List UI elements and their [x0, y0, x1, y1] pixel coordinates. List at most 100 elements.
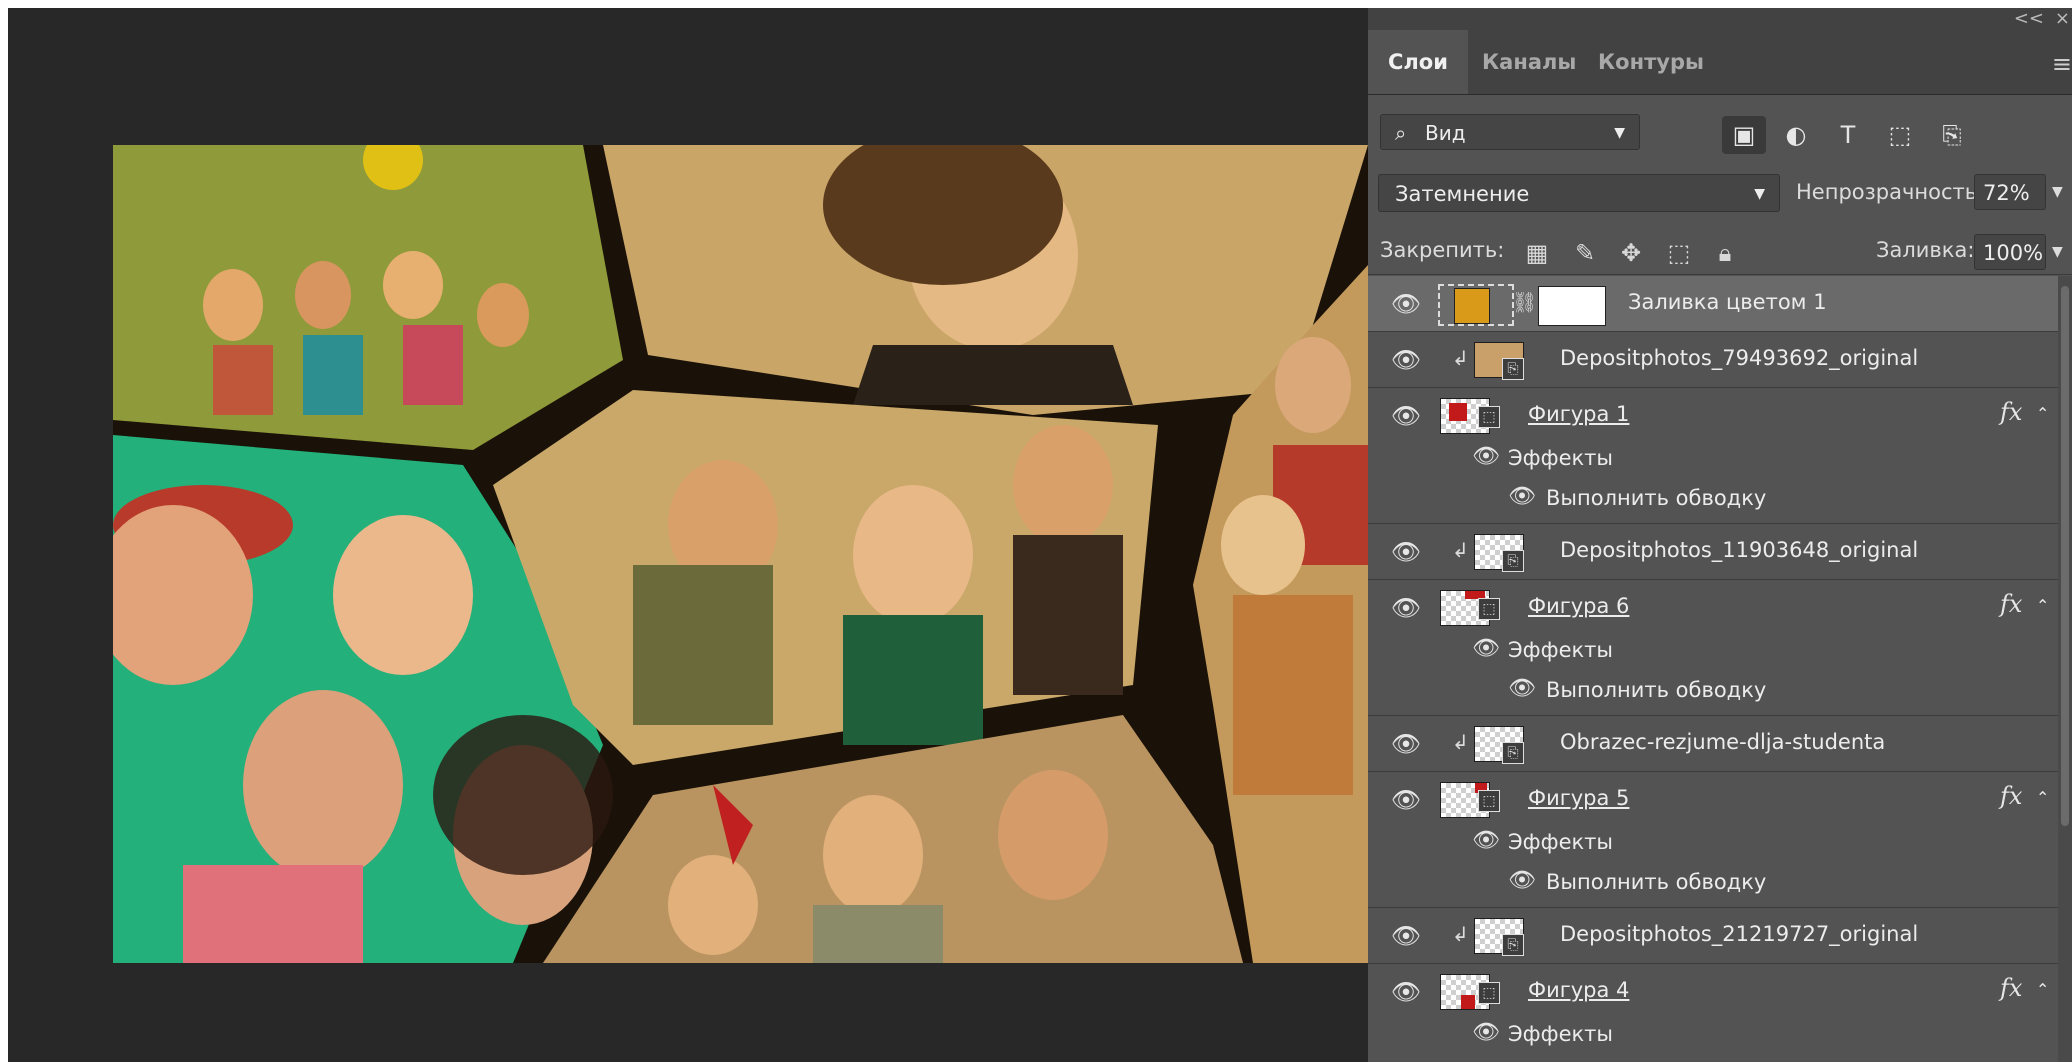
visibility-eye-icon[interactable]: 👁︎: [1386, 346, 1426, 374]
collapse-panels-button[interactable]: <<: [2014, 8, 2044, 29]
fx-icon[interactable]: fx: [2000, 398, 2022, 426]
opacity-chevron-icon[interactable]: ▼: [2052, 184, 2063, 200]
chevron-up-icon[interactable]: ⌃: [2036, 404, 2049, 423]
type-filter-icon[interactable]: T: [1826, 116, 1870, 154]
chevron-down-icon: ▼: [1754, 186, 1765, 202]
clipping-arrow-icon: ↲: [1452, 922, 1469, 946]
lock-artboard-icon[interactable]: ⬚: [1664, 238, 1694, 268]
image-filter-icon[interactable]: ▣: [1722, 116, 1766, 154]
layer-name[interactable]: Фигура 5: [1528, 786, 1629, 810]
hamburger-menu-icon[interactable]: ≡: [2052, 50, 2072, 78]
layer-name[interactable]: Depositphotos_79493692_original: [1560, 346, 1918, 370]
effect-eye-icon[interactable]: 👁︎: [1508, 676, 1536, 701]
close-panel-button[interactable]: ×: [2055, 8, 2070, 29]
fill-color-swatch[interactable]: [1454, 288, 1490, 324]
effect-eye-icon[interactable]: 👁︎: [1508, 868, 1536, 893]
lock-all-icon[interactable]: 🔒︎: [1710, 238, 1740, 268]
effects-label[interactable]: Эффекты: [1508, 830, 1613, 854]
shape-filter-icon[interactable]: ⬚: [1878, 116, 1922, 154]
visibility-eye-icon[interactable]: 👁︎: [1386, 538, 1426, 566]
layer-name[interactable]: Depositphotos_11903648_original: [1560, 538, 1918, 562]
panel-top-strip: << ×: [1368, 8, 2072, 30]
chevron-up-icon[interactable]: ⌃: [2036, 980, 2049, 999]
fill-input[interactable]: 100%: [1974, 234, 2046, 270]
smart-object-badge-icon: ⎘: [1502, 742, 1524, 764]
smart-object-badge-icon: ⎘: [1502, 550, 1524, 572]
lock-transparent-pixels-icon[interactable]: ▦: [1522, 238, 1552, 268]
vector-mask-icon: ⬚: [1478, 406, 1500, 428]
lock-image-pixels-icon[interactable]: ✎: [1570, 238, 1600, 268]
stroke-effect-label[interactable]: Выполнить обводку: [1546, 486, 1766, 510]
tab-channels[interactable]: Каналы: [1462, 30, 1596, 94]
layer-row[interactable]: 👁︎ ⬚ Фигура 6 fx ⌃: [1368, 580, 2058, 636]
layer-mask-thumb[interactable]: [1538, 286, 1606, 326]
photo-kids-panel: [113, 145, 623, 450]
fx-icon[interactable]: fx: [2000, 974, 2022, 1002]
layers-scrollbar[interactable]: [2058, 276, 2072, 1062]
effect-eye-icon[interactable]: 👁︎: [1508, 484, 1536, 509]
effects-eye-icon[interactable]: 👁︎: [1472, 1020, 1500, 1045]
layer-group-shape: 👁︎ ⬚ Фигура 5 fx ⌃ 👁︎ Эффекты 👁︎ Выполни…: [1368, 772, 2058, 908]
filter-kind-select[interactable]: ⌕ Вид ▼: [1380, 114, 1640, 150]
layer-group-shape: 👁︎ ⬚ Фигура 4 fx ⌃ 👁︎ Эффекты: [1368, 964, 2058, 1062]
layer-name[interactable]: Фигура 4: [1528, 978, 1629, 1002]
layer-name[interactable]: Фигура 1: [1528, 402, 1629, 426]
fill-label: Заливка:: [1876, 238, 1975, 262]
layer-name[interactable]: Obrazec-rezjume-dlja-studenta: [1560, 730, 1885, 754]
smart-object-badge-icon: ⎘: [1502, 358, 1524, 380]
visibility-eye-icon[interactable]: 👁︎: [1386, 978, 1426, 1006]
effects-eye-icon[interactable]: 👁︎: [1472, 636, 1500, 661]
adjustment-filter-icon[interactable]: ◐: [1774, 116, 1818, 154]
effects-eye-icon[interactable]: 👁︎: [1472, 444, 1500, 469]
visibility-eye-icon[interactable]: 👁︎: [1386, 730, 1426, 758]
effects-label[interactable]: Эффекты: [1508, 1022, 1613, 1046]
clipping-arrow-icon: ↲: [1452, 730, 1469, 754]
chevron-up-icon[interactable]: ⌃: [2036, 788, 2049, 807]
fx-icon[interactable]: fx: [2000, 590, 2022, 618]
effects-label[interactable]: Эффекты: [1508, 638, 1613, 662]
visibility-eye-icon[interactable]: 👁︎: [1386, 402, 1426, 430]
chevron-up-icon[interactable]: ⌃: [2036, 596, 2049, 615]
layer-row[interactable]: 👁︎ ↲ ⎘ Depositphotos_79493692_original: [1368, 332, 2058, 388]
stroke-effect-label[interactable]: Выполнить обводку: [1546, 870, 1766, 894]
stroke-effect-label[interactable]: Выполнить обводку: [1546, 678, 1766, 702]
opacity-label: Непрозрачность:: [1796, 180, 1985, 204]
smart-object-badge-icon: ⎘: [1502, 934, 1524, 956]
collage-canvas[interactable]: [113, 145, 1368, 963]
tab-paths[interactable]: Контуры: [1578, 30, 1724, 94]
effects-label[interactable]: Эффекты: [1508, 446, 1613, 470]
search-icon: ⌕: [1395, 121, 1407, 145]
clipping-arrow-icon: ↲: [1452, 538, 1469, 562]
scrollbar-thumb[interactable]: [2061, 286, 2069, 826]
clipping-arrow-icon: ↲: [1452, 346, 1469, 370]
layer-row[interactable]: 👁︎ ⬚ Фигура 4 fx ⌃: [1368, 964, 2058, 1020]
layer-row[interactable]: 👁︎ ⬚ Фигура 5 fx ⌃: [1368, 772, 2058, 828]
layer-row[interactable]: 👁︎ ⛓ Заливка цветом 1: [1368, 276, 2058, 332]
link-chain-icon[interactable]: ⛓: [1512, 290, 1537, 314]
effects-eye-icon[interactable]: 👁︎: [1472, 828, 1500, 853]
layer-row[interactable]: 👁︎ ↲ ⎘ Obrazec-rezjume-dlja-studenta: [1368, 716, 2058, 772]
visibility-eye-icon[interactable]: 👁︎: [1386, 290, 1426, 318]
fx-icon[interactable]: fx: [2000, 782, 2022, 810]
layer-row[interactable]: 👁︎ ↲ ⎘ Depositphotos_11903648_original: [1368, 524, 2058, 580]
panel-tab-bar: Слои Каналы Контуры ≡: [1368, 30, 2072, 95]
blend-row: Затемнение ▼ Непрозрачность: 72% ▼: [1368, 174, 2072, 214]
layer-name[interactable]: Заливка цветом 1: [1628, 290, 1827, 314]
visibility-eye-icon[interactable]: 👁︎: [1386, 786, 1426, 814]
layer-name[interactable]: Depositphotos_21219727_original: [1560, 922, 1918, 946]
visibility-eye-icon[interactable]: 👁︎: [1386, 922, 1426, 950]
lock-position-icon[interactable]: ✥: [1616, 238, 1646, 268]
filter-row: ⌕ Вид ▼ ▣ ◐ T ⬚ ⎘: [1368, 104, 2072, 154]
smart-object-filter-icon[interactable]: ⎘: [1930, 116, 1974, 154]
vector-mask-icon: ⬚: [1478, 790, 1500, 812]
lock-label: Закрепить:: [1380, 238, 1505, 262]
vector-mask-icon: ⬚: [1478, 598, 1500, 620]
visibility-eye-icon[interactable]: 👁︎: [1386, 594, 1426, 622]
fill-chevron-icon[interactable]: ▼: [2052, 244, 2063, 260]
layer-row[interactable]: 👁︎ ↲ ⎘ Depositphotos_21219727_original: [1368, 908, 2058, 964]
layer-row[interactable]: 👁︎ ⬚ Фигура 1 fx ⌃: [1368, 388, 2058, 444]
blend-mode-select[interactable]: Затемнение ▼: [1378, 174, 1780, 212]
opacity-input[interactable]: 72%: [1974, 174, 2046, 210]
layer-name[interactable]: Фигура 6: [1528, 594, 1629, 618]
tab-layers[interactable]: Слои: [1368, 30, 1468, 94]
